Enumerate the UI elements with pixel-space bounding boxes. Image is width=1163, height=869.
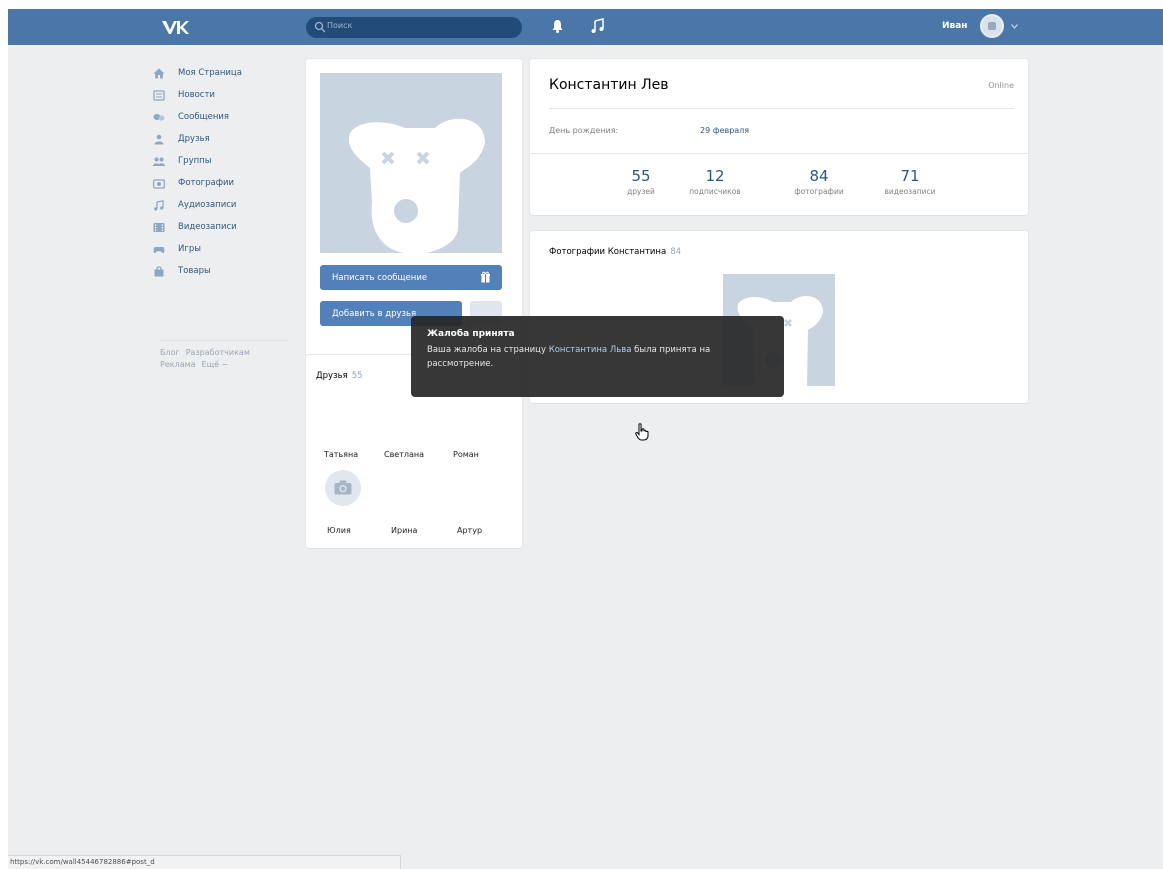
browser-status-bar: https://vk.com/wall45446782886#post_d [8, 855, 401, 869]
complaint-notification: Жалоба принята Ваша жалоба на страницу К… [411, 316, 784, 397]
friend-name[interactable]: Роман [453, 450, 479, 459]
music-icon[interactable] [591, 18, 605, 34]
menu-item-label: Фотографии [178, 178, 235, 188]
divider [549, 108, 1014, 109]
menu-item-label: Группы [178, 156, 212, 166]
photos-title: Фотографии Константина [549, 247, 667, 257]
menu-item-news[interactable]: Новости [151, 84, 301, 106]
news-icon [153, 89, 165, 101]
games-icon [153, 246, 165, 253]
stat-value: 84 [809, 167, 829, 185]
menu-item-friends[interactable]: Друзья [151, 128, 301, 150]
birthday-value[interactable]: 29 февраля [700, 126, 749, 135]
menu-item-label: Моя Страница [178, 68, 242, 78]
friend-name[interactable]: Ирина [391, 526, 417, 535]
photos-header[interactable]: Фотографии Константина 84 [549, 247, 681, 257]
left-menu: Моя Страница Новости Сообщения Друзья Гр… [151, 62, 301, 282]
friend-avatar[interactable] [325, 470, 361, 506]
stat-label: видеозаписи [884, 187, 936, 196]
search-placeholder: Поиск [327, 21, 353, 30]
footer-link-ads[interactable]: Реклама [160, 360, 196, 369]
friend-name[interactable]: Артур [457, 526, 482, 535]
camera-icon [334, 480, 352, 495]
birthday-label: День рождения: [549, 126, 619, 135]
deactivated-dog-avatar-icon [348, 117, 485, 253]
messages-icon [153, 113, 165, 121]
menu-item-label: Игры [178, 244, 201, 254]
menu-item-label: Аудиозаписи [178, 200, 237, 210]
user-name[interactable]: Иван [942, 21, 968, 31]
profile-avatar[interactable] [320, 73, 502, 253]
stat-label: подписчиков [689, 187, 741, 196]
menu-item-label: Сообщения [178, 112, 230, 122]
vk-logo[interactable] [161, 19, 189, 35]
notification-title: Жалоба принята [427, 329, 515, 339]
friends-icon [154, 134, 164, 144]
stat-followers[interactable]: 12 подписчиков [670, 167, 760, 196]
menu-item-label: Друзья [178, 134, 210, 144]
stat-videos[interactable]: 71 видеозаписи [865, 167, 955, 196]
friend-name[interactable]: Светлана [384, 450, 424, 459]
hand-cursor-icon [635, 423, 649, 441]
friend-name[interactable]: Юлия [327, 526, 351, 535]
bell-icon[interactable] [551, 19, 564, 33]
add-friend-label: Добавить в друзья [332, 308, 417, 319]
menu-item-groups[interactable]: Группы [151, 150, 301, 172]
stat-value: 12 [705, 167, 725, 185]
send-message-label: Написать сообщение [332, 272, 428, 283]
stat-photos[interactable]: 84 фотографии [774, 167, 864, 196]
stat-label: фотографии [794, 187, 844, 196]
menu-item-label: Видеозаписи [178, 222, 237, 232]
notification-body: Ваша жалоба на страницу Константина Льва… [427, 343, 772, 371]
groups-icon [153, 157, 165, 166]
send-message-button[interactable]: Написать сообщение [320, 265, 502, 290]
stat-value: 71 [900, 167, 920, 185]
footer-links: Блог Разработчикам Реклама Ещё ~ [160, 347, 290, 371]
menu-item-label: Товары [178, 266, 211, 276]
chevron-down-icon[interactable] [1011, 24, 1018, 29]
menu-item-games[interactable]: Игры [151, 238, 301, 260]
photos-count: 84 [670, 247, 682, 257]
menu-item-label: Новости [178, 90, 215, 100]
friend-name[interactable]: Татьяна [324, 450, 358, 459]
divider [530, 153, 1028, 154]
market-icon [154, 265, 164, 276]
menu-item-music[interactable]: Аудиозаписи [151, 194, 301, 216]
search-input[interactable]: Поиск [306, 17, 522, 38]
top-bar: Поиск Иван [8, 9, 1163, 45]
user-avatar[interactable] [980, 14, 1004, 38]
profile-name: Константин Лев [549, 77, 669, 93]
menu-item-my-page[interactable]: Моя Страница [151, 62, 301, 84]
footer-link-more[interactable]: Ещё ~ [202, 360, 229, 369]
video-icon [153, 222, 165, 232]
friends-header[interactable]: Друзья 55 [316, 371, 363, 381]
profile-info-card: Константин Лев Online День рождения: 29 … [530, 59, 1028, 215]
page: Поиск Иван Моя Страница Новости Сообщени… [8, 9, 1163, 869]
camera-icon [988, 22, 996, 30]
menu-item-photos[interactable]: Фотографии [151, 172, 301, 194]
friends-title: Друзья [316, 371, 348, 381]
home-icon [153, 68, 165, 78]
gift-icon[interactable] [481, 271, 490, 283]
menu-item-messages[interactable]: Сообщения [151, 106, 301, 128]
music-icon [154, 199, 164, 211]
online-status: Online [988, 81, 1014, 90]
menu-divider [160, 340, 288, 341]
footer-link-developers[interactable]: Разработчикам [186, 348, 250, 357]
menu-item-video[interactable]: Видеозаписи [151, 216, 301, 238]
photos-icon [153, 178, 165, 189]
friends-count: 55 [351, 371, 363, 381]
notification-text: Ваша жалоба на страницу [427, 345, 549, 355]
notification-profile-link[interactable]: Константина Льва [549, 345, 632, 355]
menu-item-market[interactable]: Товары [151, 260, 301, 282]
footer-link-blog[interactable]: Блог [160, 348, 180, 357]
search-icon [314, 21, 326, 33]
